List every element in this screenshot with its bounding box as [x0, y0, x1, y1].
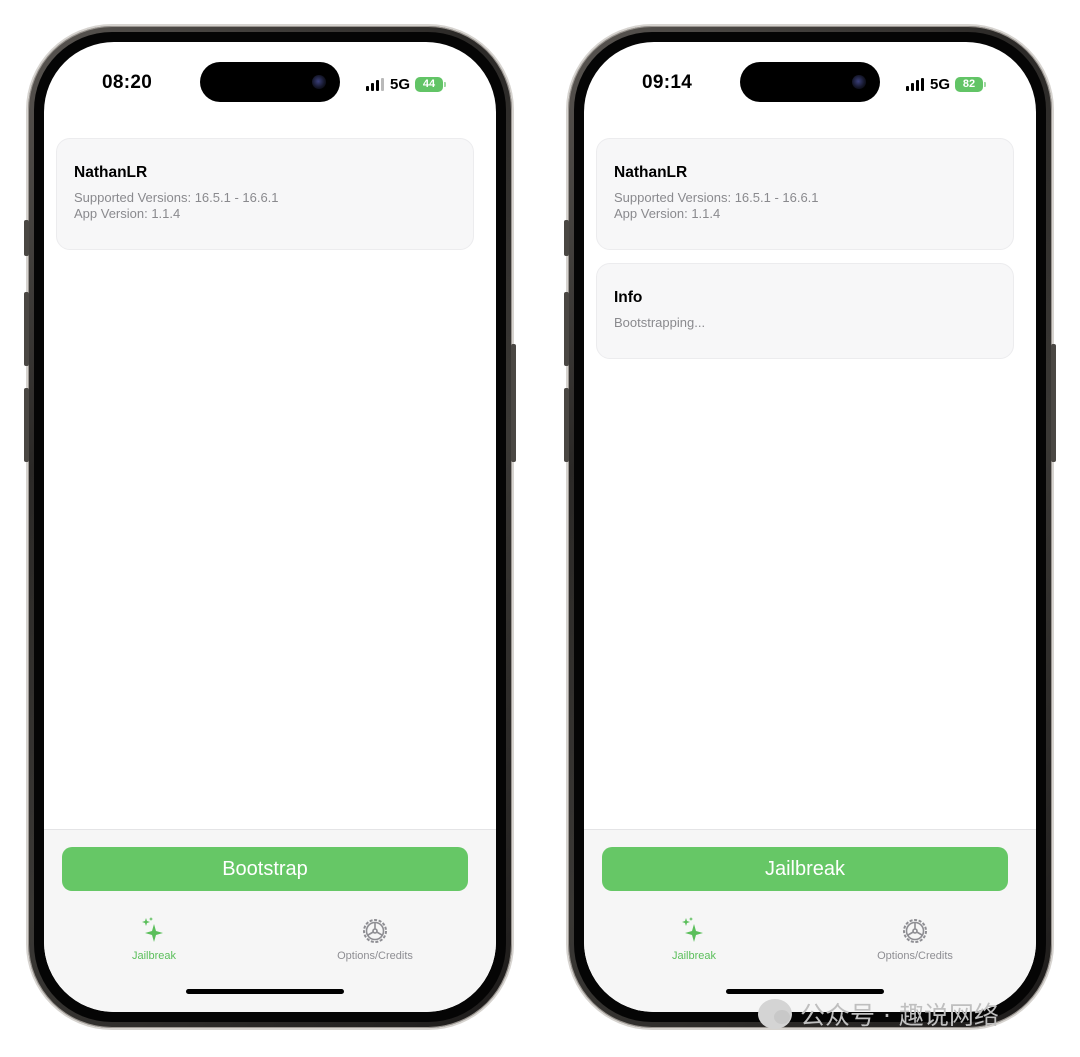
tab-label: Jailbreak — [131, 950, 177, 962]
signal-icon — [366, 77, 384, 91]
network-type: 5G — [390, 75, 411, 93]
volume-up-hardware — [564, 292, 569, 366]
home-indicator[interactable] — [186, 989, 344, 994]
bottom-bar: Bootstrap Jailbreak Options/Credits — [44, 829, 496, 1012]
front-camera — [852, 75, 866, 89]
app-name: NathanLR — [74, 164, 148, 181]
app-info-card: NathanLR Supported Versions: 16.5.1 - 16… — [596, 138, 1014, 250]
app-version: App Version: 1.1.4 — [74, 206, 181, 221]
sparkles-icon — [94, 915, 214, 947]
info-title: Info — [614, 289, 643, 306]
battery-icon: 82 — [955, 76, 987, 92]
tab-options-credits[interactable]: Options/Credits — [315, 915, 435, 962]
volume-up-hardware — [24, 292, 29, 366]
network-type: 5G — [930, 75, 951, 93]
tab-jailbreak[interactable]: Jailbreak — [634, 915, 754, 962]
battery-icon: 44 — [415, 76, 447, 92]
status-indicators: 5G 44 — [366, 73, 447, 95]
watermark-text: 公众号 · 趣说网络 — [800, 1001, 999, 1030]
power-button-hardware — [511, 344, 516, 462]
phone-right: 09:14 5G 82 NathanLR Supported Versions:… — [564, 26, 1056, 1028]
home-indicator[interactable] — [726, 989, 884, 994]
volume-down-hardware — [564, 388, 569, 462]
dynamic-island — [200, 62, 340, 102]
app-version: App Version: 1.1.4 — [614, 206, 721, 221]
info-message: Bootstrapping... — [614, 315, 706, 330]
power-button-hardware — [1051, 344, 1056, 462]
tab-label: Options/Credits — [877, 950, 953, 962]
tab-jailbreak[interactable]: Jailbreak — [94, 915, 214, 962]
dynamic-island — [740, 62, 880, 102]
screen: 08:20 5G 44 NathanLR Supported Versions:… — [44, 42, 496, 1012]
tab-label: Options/Credits — [337, 950, 413, 962]
volume-down-hardware — [24, 388, 29, 462]
bottom-bar: Jailbreak Jailbreak Options/Credits — [584, 829, 1036, 1012]
status-time: 09:14 — [642, 72, 693, 93]
app-name: NathanLR — [614, 164, 688, 181]
bootstrap-button[interactable]: Bootstrap — [62, 847, 468, 891]
phone-left: 08:20 5G 44 NathanLR Supported Versions:… — [24, 26, 516, 1028]
supported-versions: Supported Versions: 16.5.1 - 16.6.1 — [74, 190, 279, 205]
jailbreak-button[interactable]: Jailbreak — [602, 847, 1008, 891]
tab-options-credits[interactable]: Options/Credits — [855, 915, 975, 962]
info-card: Info Bootstrapping... — [596, 263, 1014, 359]
gear-icon — [855, 915, 975, 947]
tab-label: Jailbreak — [671, 950, 717, 962]
watermark: 公众号 · 趣说网络 — [758, 996, 999, 1032]
action-button-hardware — [564, 220, 569, 256]
supported-versions: Supported Versions: 16.5.1 - 16.6.1 — [614, 190, 819, 205]
front-camera — [312, 75, 326, 89]
status-indicators: 5G 82 — [906, 73, 987, 95]
screen: 09:14 5G 82 NathanLR Supported Versions:… — [584, 42, 1036, 1012]
app-info-card: NathanLR Supported Versions: 16.5.1 - 16… — [56, 138, 474, 250]
gear-icon — [315, 915, 435, 947]
wechat-logo-icon — [758, 999, 792, 1029]
status-time: 08:20 — [102, 72, 153, 93]
signal-icon — [906, 77, 924, 91]
action-button-hardware — [24, 220, 29, 256]
sparkles-icon — [634, 915, 754, 947]
